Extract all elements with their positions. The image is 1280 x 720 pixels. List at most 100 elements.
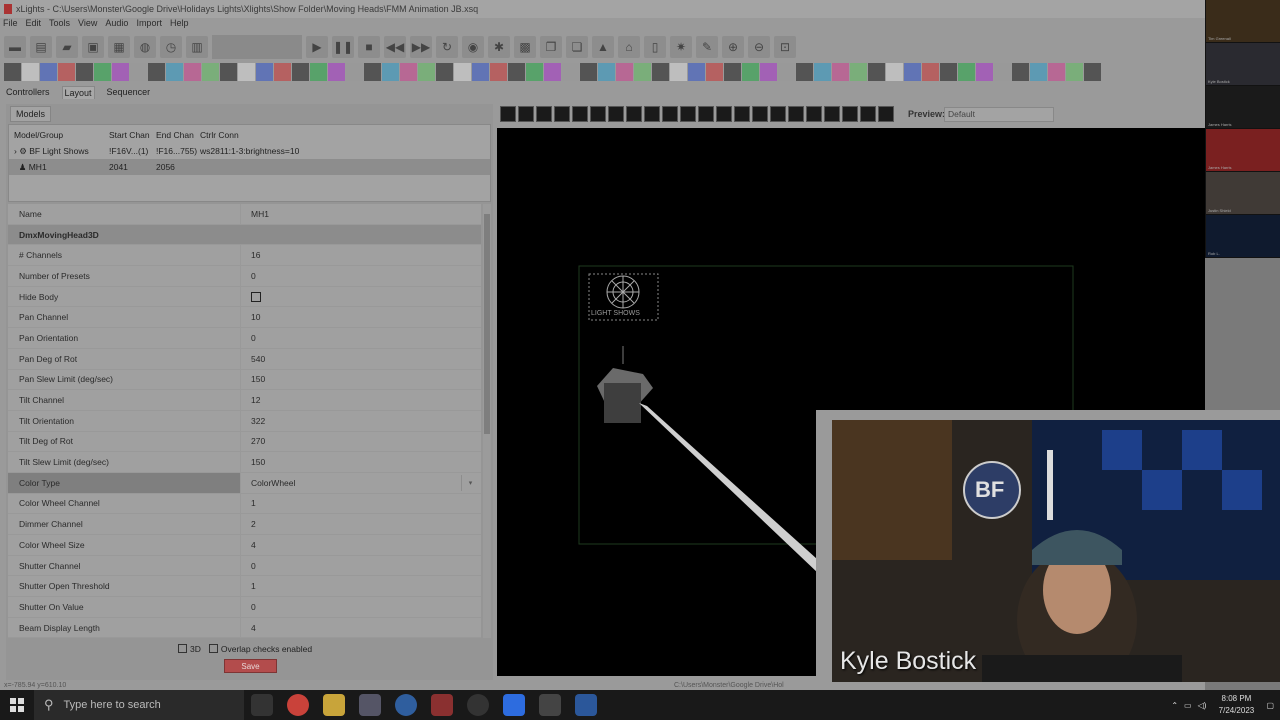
lightbulb-icon[interactable]: ◉ xyxy=(462,36,484,58)
effect-icon[interactable] xyxy=(634,63,651,81)
prop-value[interactable]: 322 xyxy=(241,411,481,431)
effect-icon[interactable] xyxy=(706,63,723,81)
prop-value[interactable]: 0 xyxy=(241,556,481,576)
menu-tools[interactable]: Tools xyxy=(49,18,70,32)
effect-icon[interactable] xyxy=(1012,63,1029,81)
zoom-fit-icon[interactable]: ⊡ xyxy=(774,36,796,58)
save-button[interactable]: Save xyxy=(224,659,277,673)
warning-icon[interactable]: ▲ xyxy=(592,36,614,58)
moving-head-model[interactable] xyxy=(597,346,827,574)
wand-icon[interactable]: ✎ xyxy=(696,36,718,58)
shape-tool-icon[interactable] xyxy=(644,106,660,122)
effect-icon[interactable] xyxy=(256,63,273,81)
dell-icon[interactable] xyxy=(395,694,417,716)
effect-icon[interactable] xyxy=(778,63,795,81)
prop-value[interactable]: 4 xyxy=(241,618,481,638)
save-icon[interactable]: ▣ xyxy=(82,36,104,58)
effect-icon[interactable] xyxy=(850,63,867,81)
new-folder-icon[interactable]: ▬ xyxy=(4,36,26,58)
effect-icon[interactable] xyxy=(346,63,363,81)
participant-tile[interactable]: Rob L. xyxy=(1206,215,1280,257)
palette-icon[interactable]: ◍ xyxy=(134,36,156,58)
prop-row-name[interactable]: Name MH1 xyxy=(8,204,481,225)
effect-icon[interactable] xyxy=(76,63,93,81)
effect-icon[interactable] xyxy=(832,63,849,81)
prop-row[interactable]: Color Wheel Size 4 xyxy=(8,535,481,556)
effect-icon[interactable] xyxy=(526,63,543,81)
effect-icon[interactable] xyxy=(130,63,147,81)
effect-icon[interactable] xyxy=(562,63,579,81)
gear-icon[interactable]: ✷ xyxy=(670,36,692,58)
task-view-icon[interactable] xyxy=(251,694,273,716)
play-icon[interactable]: ▶ xyxy=(306,36,328,58)
prop-value[interactable]: 540 xyxy=(241,349,481,369)
col-ctrlr-conn[interactable]: Ctrlr Conn xyxy=(200,130,380,140)
shape-tool-icon[interactable] xyxy=(626,106,642,122)
participant-tile[interactable]: Tim Greenall xyxy=(1206,0,1280,42)
prop-value[interactable]: 10 xyxy=(241,307,481,327)
prop-value[interactable]: 1 xyxy=(241,494,481,514)
effect-icon[interactable] xyxy=(418,63,435,81)
shape-tool-icon[interactable] xyxy=(752,106,768,122)
effect-icon[interactable] xyxy=(760,63,777,81)
layers-icon[interactable]: ❐ xyxy=(540,36,562,58)
tab-sequencer[interactable]: Sequencer xyxy=(105,86,153,99)
app-icon[interactable] xyxy=(359,694,381,716)
menu-help[interactable]: Help xyxy=(170,18,189,32)
prop-row[interactable]: Shutter Channel 0 xyxy=(8,555,481,577)
prop-row[interactable]: Shutter On Value 0 xyxy=(8,597,481,618)
pause-icon[interactable]: ❚❚ xyxy=(332,36,354,58)
col-start-chan[interactable]: Start Chan xyxy=(109,130,156,140)
file-explorer-icon[interactable] xyxy=(323,694,345,716)
shape-tool-icon[interactable] xyxy=(554,106,570,122)
zoom-out-icon[interactable]: ⊖ xyxy=(748,36,770,58)
participant-tile[interactable]: James Harris xyxy=(1206,86,1280,128)
effect-icon[interactable] xyxy=(490,63,507,81)
home-icon[interactable]: ⌂ xyxy=(618,36,640,58)
prop-value[interactable]: 2 xyxy=(241,514,481,534)
stop-icon[interactable]: ■ xyxy=(358,36,380,58)
open-icon[interactable]: ▰ xyxy=(56,36,78,58)
prop-row[interactable]: Number of Presets 0 xyxy=(8,266,481,287)
shape-tool-icon[interactable] xyxy=(734,106,750,122)
prop-value[interactable]: 0 xyxy=(241,266,481,286)
shape-tool-icon[interactable] xyxy=(860,106,876,122)
prop-value[interactable]: 16 xyxy=(241,245,481,265)
chevron-down-icon[interactable]: ▾ xyxy=(461,474,479,491)
effect-icon[interactable] xyxy=(544,63,561,81)
prop-row[interactable]: Tilt Deg of Rot 270 xyxy=(8,431,481,453)
effect-icon[interactable] xyxy=(436,63,453,81)
chrome-icon[interactable] xyxy=(287,694,309,716)
effect-icon[interactable] xyxy=(922,63,939,81)
checkbox-overlap[interactable]: Overlap checks enabled xyxy=(208,644,312,654)
prop-row[interactable]: Tilt Slew Limit (deg/sec) 150 xyxy=(8,452,481,473)
effect-icon[interactable] xyxy=(688,63,705,81)
prop-row[interactable]: Hide Body xyxy=(8,286,481,308)
prop-row[interactable]: # Channels 16 xyxy=(8,245,481,267)
copy-icon[interactable]: ❏ xyxy=(566,36,588,58)
windows-start-icon[interactable] xyxy=(0,690,34,720)
prop-value[interactable]: 270 xyxy=(241,432,481,452)
effect-icon[interactable] xyxy=(4,63,21,81)
prop-value[interactable]: 0 xyxy=(241,597,481,617)
menu-audio[interactable]: Audio xyxy=(105,18,128,32)
effect-icon[interactable] xyxy=(166,63,183,81)
effect-icon[interactable] xyxy=(940,63,957,81)
obs-icon[interactable] xyxy=(467,694,489,716)
prop-value[interactable] xyxy=(241,287,481,307)
prop-row[interactable]: Pan Slew Limit (deg/sec) 150 xyxy=(8,369,481,391)
effect-icon[interactable] xyxy=(796,63,813,81)
effect-icon[interactable] xyxy=(274,63,291,81)
effect-icon[interactable] xyxy=(148,63,165,81)
prop-value[interactable]: 0 xyxy=(241,328,481,348)
prop-row[interactable]: Tilt Orientation 322 xyxy=(8,410,481,432)
property-scrollbar[interactable] xyxy=(483,204,491,638)
scroll-thumb[interactable] xyxy=(484,214,490,434)
effect-icon[interactable] xyxy=(310,63,327,81)
effect-icon[interactable] xyxy=(580,63,597,81)
effect-icon[interactable] xyxy=(1048,63,1065,81)
effect-icon[interactable] xyxy=(364,63,381,81)
xschedule-icon[interactable] xyxy=(539,694,561,716)
effect-icon[interactable] xyxy=(400,63,417,81)
model-row[interactable]: › ⚙ BF Light Shows !F16V...(1) !F16...75… xyxy=(14,143,492,159)
